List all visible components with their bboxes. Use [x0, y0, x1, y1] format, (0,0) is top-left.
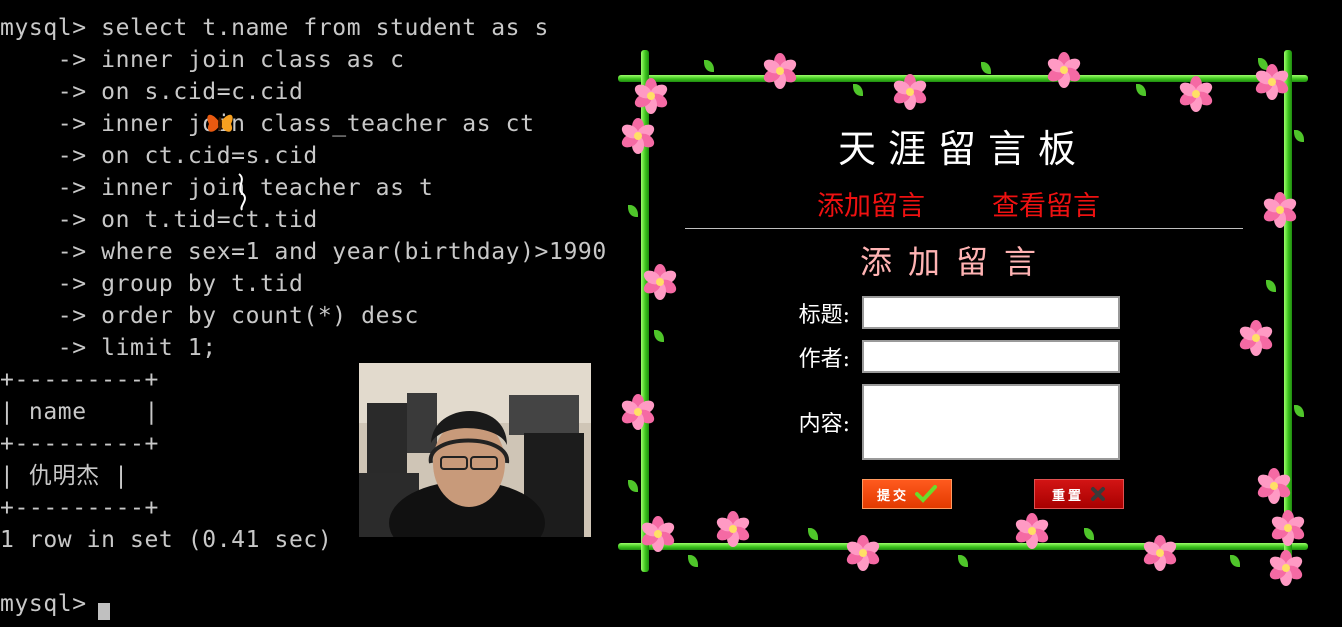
result-summary: 1 row in set (0.41 sec) [0, 527, 333, 553]
title-label: 标题: [798, 303, 850, 328]
flower-icon [641, 516, 675, 552]
flower-icon [716, 511, 750, 547]
terminal-line: -> inner join class as c [0, 47, 405, 73]
flower-icon [1015, 513, 1049, 549]
title-input[interactable] [862, 296, 1120, 329]
terminal-line: -> where sex=1 and year(birthday)>1990 [0, 239, 607, 265]
content-label: 内容: [798, 412, 850, 437]
reset-button-label: 重置 [1051, 488, 1084, 504]
flower-icon [1239, 320, 1273, 356]
flower-icon [634, 78, 668, 114]
text-cursor [98, 603, 110, 620]
nav-view-messages-link[interactable]: 查看留言 [992, 184, 1100, 223]
leaf-decoration [628, 480, 638, 492]
flower-icon [1263, 192, 1297, 228]
author-label: 作者: [798, 347, 850, 372]
terminal-line: -> limit 1; [0, 335, 217, 361]
leaf-decoration [704, 60, 714, 72]
mysql-prompt: mysql> [0, 591, 102, 617]
flower-icon [1271, 510, 1305, 546]
checkmark-icon [915, 485, 937, 503]
terminal-line: -> on t.tid=ct.tid [0, 207, 318, 233]
leaf-decoration [958, 555, 968, 567]
leaf-decoration [688, 555, 698, 567]
nav-add-message-link[interactable]: 添加留言 [817, 184, 925, 223]
leaf-decoration [628, 205, 638, 217]
leaf-decoration [808, 528, 818, 540]
flower-icon [1255, 64, 1289, 100]
guestbook-panel: 天涯留言板 添加留言 查看留言 添加留言 标题: 作者: 内容: 提交 重置 [618, 50, 1308, 586]
result-table-row: | 仇明杰 | [0, 463, 129, 489]
flower-icon [1143, 535, 1177, 571]
content-textarea[interactable] [862, 384, 1120, 460]
leaf-decoration [1084, 528, 1094, 540]
leaf-decoration [654, 330, 664, 342]
author-input[interactable] [862, 340, 1120, 373]
leaf-decoration [1230, 555, 1240, 567]
divider [685, 228, 1243, 229]
terminal-line: -> inner join teacher as t [0, 175, 434, 201]
result-table-border: +---------+ [0, 495, 159, 521]
flower-icon [1257, 468, 1291, 504]
terminal-line: -> group by t.tid [0, 271, 304, 297]
leaf-decoration [1294, 405, 1304, 417]
flower-icon [1179, 76, 1213, 112]
terminal-line: mysql> select t.name from student as s [0, 15, 549, 41]
leaf-decoration [853, 84, 863, 96]
flower-icon [621, 394, 655, 430]
flower-icon [846, 535, 880, 571]
form-heading: 添加留言 [859, 243, 1052, 281]
webcam-photo [359, 363, 591, 537]
squiggle-icon [238, 173, 246, 211]
leaf-decoration [1136, 84, 1146, 96]
result-table-header: | name | [0, 399, 159, 425]
leaf-decoration [981, 62, 991, 74]
result-table-border: +---------+ [0, 431, 159, 457]
reset-button[interactable]: 重置 [1034, 479, 1124, 509]
submit-button-label: 提交 [876, 488, 909, 504]
butterfly-icon [207, 114, 233, 132]
x-icon [1091, 487, 1105, 501]
flower-icon [1047, 52, 1081, 88]
terminal-line: -> on ct.cid=s.cid [0, 143, 318, 169]
guestbook-title: 天涯留言板 [837, 127, 1088, 171]
flower-icon [893, 74, 927, 110]
result-table-border: +---------+ [0, 367, 159, 393]
flower-icon [763, 53, 797, 89]
terminal-line: -> inner join class_teacher as ct [0, 111, 535, 137]
terminal-line: -> on s.cid=c.cid [0, 79, 304, 105]
submit-button[interactable]: 提交 [862, 479, 952, 509]
terminal-line: -> order by count(*) desc [0, 303, 419, 329]
flower-icon [1269, 550, 1303, 586]
